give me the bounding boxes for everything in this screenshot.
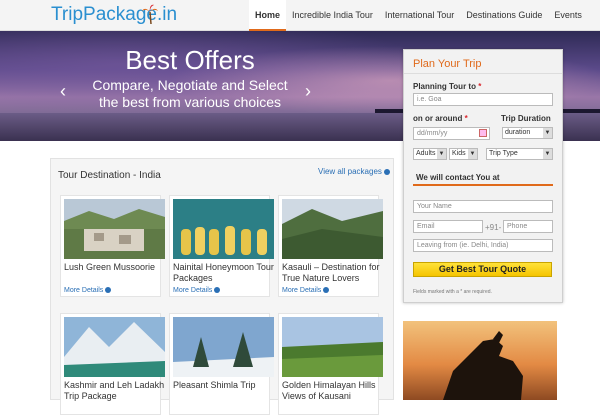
palm-tree-icon [142, 4, 158, 24]
planning-tour-label: Planning Tour to * [413, 82, 482, 91]
site-header: TripPackage.in Home Incredible India Tou… [0, 0, 600, 31]
kausani-photo [282, 317, 383, 377]
hero-next-arrow[interactable]: › [305, 81, 311, 102]
get-quote-button[interactable]: Get Best Tour Quote [413, 262, 552, 277]
kasauli-photo [282, 199, 383, 259]
email-input[interactable]: Email [413, 220, 483, 233]
planning-tour-input[interactable]: i.e. Goa [413, 93, 553, 106]
hero-title: Best Offers [125, 45, 255, 75]
on-or-around-label: on or around * [413, 114, 468, 123]
nav-international-tour[interactable]: International Tour [379, 0, 460, 31]
chevron-down-icon: ▼ [437, 149, 446, 159]
camel-silhouette [443, 331, 523, 400]
arrow-right-circle-icon [214, 287, 221, 294]
required-note: Fields marked with a * are required. [413, 289, 492, 295]
nainital-boats-photo [173, 199, 274, 259]
plan-divider [404, 73, 562, 74]
kashmir-photo [64, 317, 165, 377]
section-title: Tour Destination - India [58, 170, 161, 181]
tour-card[interactable]: Lush Green Mussoorie More Details [60, 195, 165, 297]
tour-card[interactable]: Kasauli – Destination for True Nature Lo… [278, 195, 383, 297]
view-all-link[interactable]: View all packages [318, 167, 390, 176]
chevron-down-icon: ▼ [468, 149, 477, 159]
name-input[interactable]: Your Name [413, 200, 553, 213]
duration-select[interactable]: duration ▼ [502, 127, 553, 139]
nav-incredible-india-tour[interactable]: Incredible India Tour [286, 0, 379, 31]
site-logo[interactable]: TripPackage.in [51, 4, 177, 26]
sunset-photo [403, 321, 557, 400]
more-details-link[interactable]: More Details [173, 287, 221, 294]
contact-divider [413, 184, 553, 186]
trip-type-select[interactable]: Trip Type ▼ [486, 148, 553, 160]
card-title: Nainital Honeymoon Tour Packages [173, 262, 274, 283]
phone-code: +91- [485, 223, 502, 232]
calendar-icon[interactable] [479, 129, 487, 137]
mussoorie-photo [64, 199, 165, 259]
adults-select[interactable]: Adults ▼ [413, 148, 447, 160]
more-details-link[interactable]: More Details [64, 287, 112, 294]
plan-title: Plan Your Trip [413, 58, 482, 70]
trip-duration-label: Trip Duration [501, 114, 551, 123]
hero-subtitle-line1: Compare, Negotiate and Select [92, 77, 288, 93]
shimla-photo [173, 317, 274, 377]
tour-card[interactable]: Nainital Honeymoon Tour Packages More De… [169, 195, 274, 297]
nav-destinations-guide[interactable]: Destinations Guide [460, 0, 548, 31]
card-title: Golden Himalayan Hills Views of Kausani [282, 380, 376, 401]
chevron-down-icon: ▼ [543, 128, 552, 138]
chevron-down-icon: ▼ [543, 149, 552, 159]
arrow-right-circle-icon [383, 168, 390, 175]
hero-subtitle: Compare, Negotiate and Select the best f… [0, 77, 380, 111]
arrow-right-circle-icon [105, 287, 112, 294]
phone-input[interactable]: Phone [503, 220, 553, 233]
nav-home[interactable]: Home [249, 0, 287, 31]
more-details-link[interactable]: More Details [282, 287, 330, 294]
card-title: Kashmir and Leh Ladakh Trip Package [64, 380, 165, 401]
card-title: Lush Green Mussoorie [64, 262, 156, 272]
main-nav: Home Incredible India Tour International… [249, 0, 588, 31]
card-title: Pleasant Shimla Trip [173, 380, 256, 390]
card-title: Kasauli – Destination for True Nature Lo… [282, 262, 380, 283]
hero-subtitle-line2: the best from various choices [98, 94, 282, 110]
contact-title: We will contact You at [416, 173, 500, 182]
kids-select[interactable]: Kids ▼ [449, 148, 478, 160]
nav-events[interactable]: Events [548, 0, 588, 31]
arrow-right-circle-icon [323, 287, 330, 294]
hero-prev-arrow[interactable]: ‹ [60, 81, 66, 102]
leaving-from-input[interactable]: Leaving from (ie. Delhi, India) [413, 239, 553, 252]
date-input[interactable]: dd/mm/yy [413, 127, 490, 140]
